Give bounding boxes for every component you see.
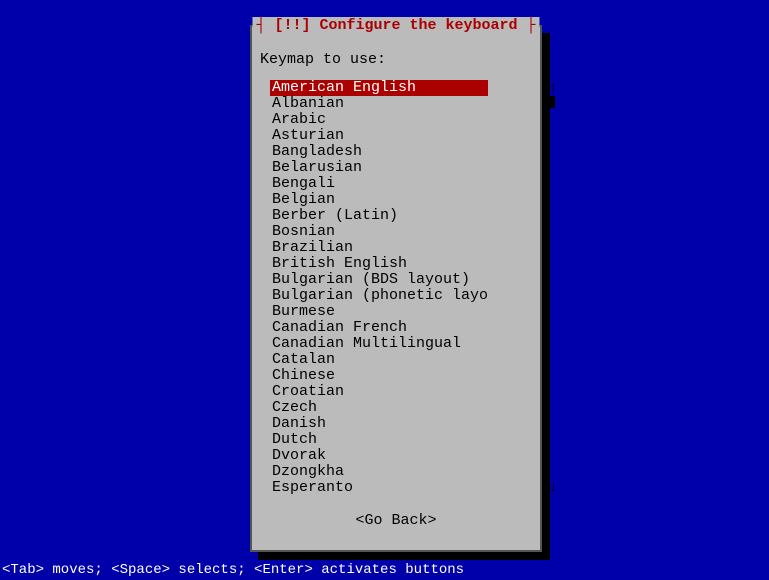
keymap-option[interactable]: Belgian [270, 192, 488, 208]
scroll-down-icon[interactable]: ↓ [549, 479, 558, 496]
keymap-option[interactable]: Czech [270, 400, 488, 416]
keymap-option[interactable]: Bulgarian (phonetic layout) [270, 288, 488, 304]
keymap-option[interactable]: Bengali [270, 176, 488, 192]
footer-help-text: <Tab> moves; <Space> selects; <Enter> ac… [2, 562, 464, 578]
keymap-option[interactable]: Burmese [270, 304, 488, 320]
keymap-option[interactable]: Catalan [270, 352, 488, 368]
keymap-option[interactable]: Asturian [270, 128, 488, 144]
scroll-up-icon[interactable]: ↑ [549, 80, 558, 97]
keymap-option[interactable]: Canadian French [270, 320, 488, 336]
keymap-option[interactable]: Dvorak [270, 448, 488, 464]
keymap-option[interactable]: Bulgarian (BDS layout) [270, 272, 488, 288]
scrollbar-thumb[interactable] [547, 96, 555, 108]
dialog-title: ┤ [!!] Configure the keyboard ├ [252, 17, 539, 34]
keymap-option[interactable]: Danish [270, 416, 488, 432]
keymap-option[interactable]: Albanian [270, 96, 488, 112]
keymap-option[interactable]: Dutch [270, 432, 488, 448]
keymap-option[interactable]: Chinese [270, 368, 488, 384]
keymap-prompt: Keymap to use: [260, 51, 532, 68]
keymap-option[interactable]: Bangladesh [270, 144, 488, 160]
keymap-option[interactable]: Berber (Latin) [270, 208, 488, 224]
keymap-option[interactable]: Croatian [270, 384, 488, 400]
go-back-button[interactable]: <Go Back> [260, 512, 532, 529]
keymap-option[interactable]: American English [270, 80, 488, 96]
keymap-option[interactable]: Arabic [270, 112, 488, 128]
keymap-option[interactable]: British English [270, 256, 488, 272]
keymap-option[interactable]: Dzongkha [270, 464, 488, 480]
keymap-option[interactable]: Esperanto [270, 480, 488, 496]
keymap-option[interactable]: Brazilian [270, 240, 488, 256]
keymap-option[interactable]: Belarusian [270, 160, 488, 176]
configure-keyboard-dialog: ┤ [!!] Configure the keyboard ├ Keymap t… [250, 25, 542, 552]
keymap-list[interactable]: American EnglishAlbanianArabicAsturianBa… [270, 80, 488, 496]
keymap-list-container: ↑ American EnglishAlbanianArabicAsturian… [270, 80, 532, 496]
keymap-option[interactable]: Bosnian [270, 224, 488, 240]
keymap-option[interactable]: Canadian Multilingual [270, 336, 488, 352]
